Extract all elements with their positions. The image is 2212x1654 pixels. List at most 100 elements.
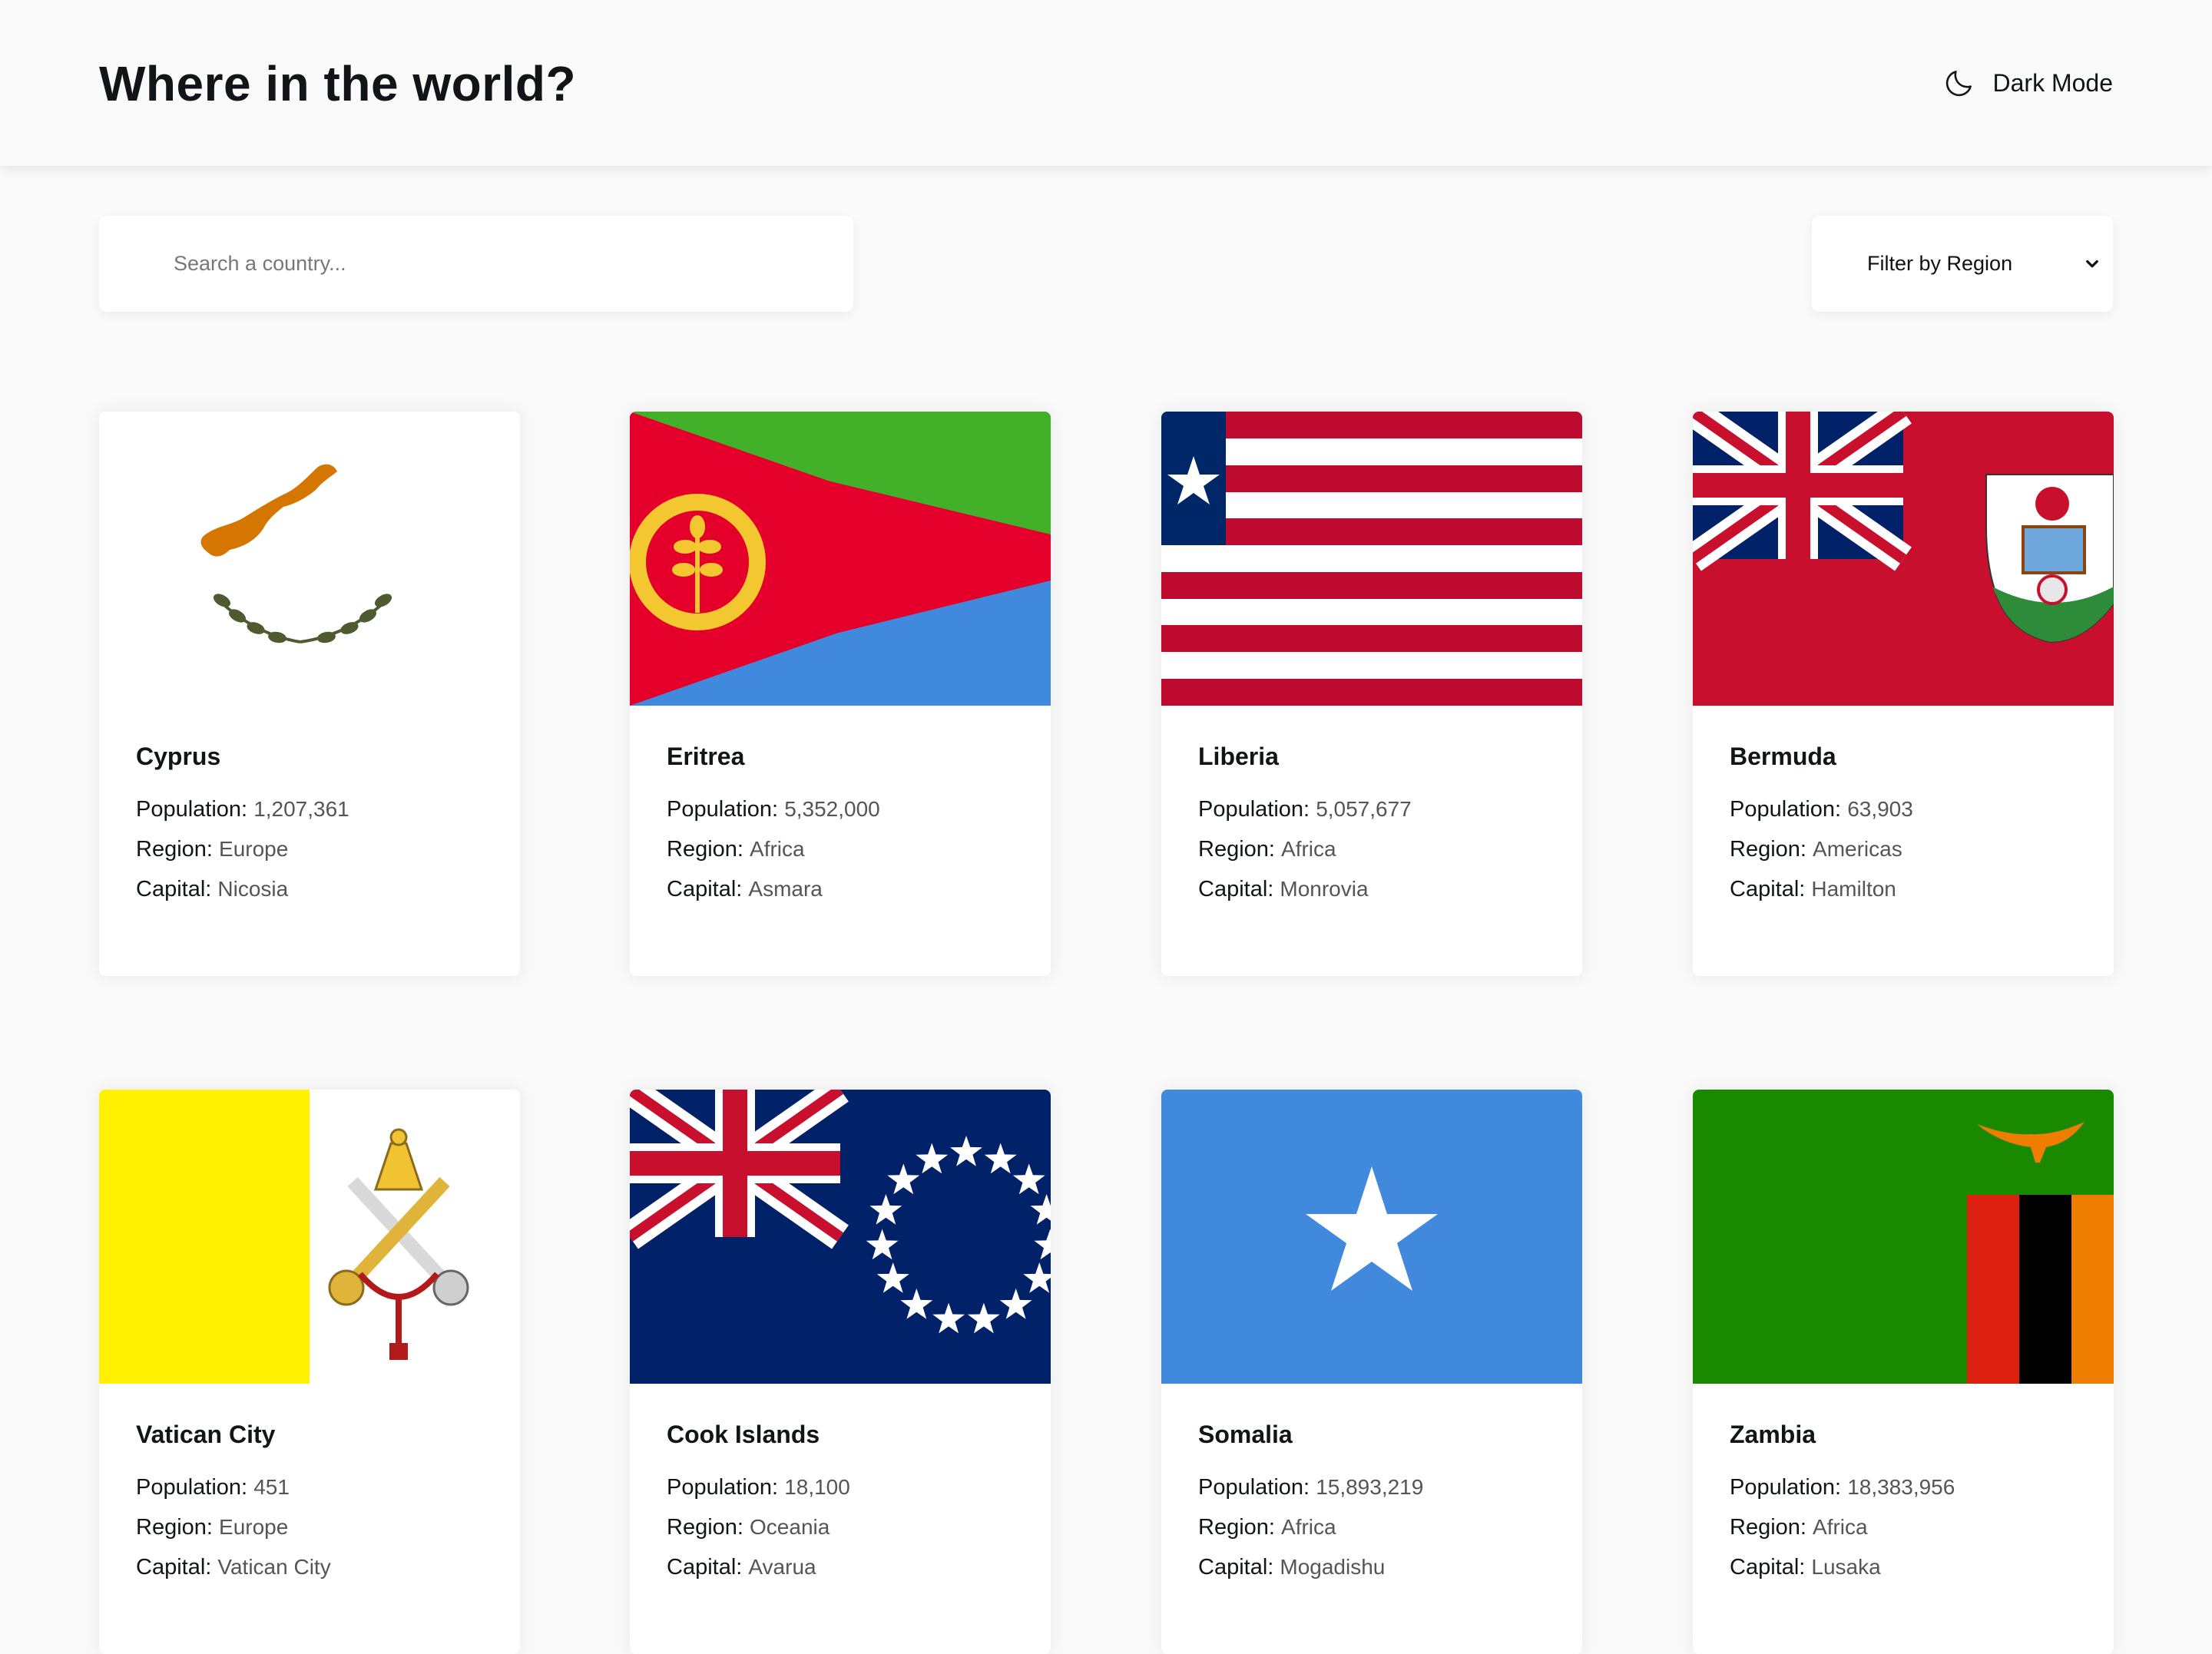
filter-label: Filter by Region [1867, 252, 2013, 275]
region-label: Region: [136, 1515, 213, 1540]
capital-label: Capital: [136, 1555, 212, 1580]
population-label: Population: [1730, 1475, 1842, 1500]
region-label: Region: [667, 837, 743, 862]
liberia-flag [1161, 412, 1582, 706]
country-card[interactable]: Cook Islands Population: 18,100 Region: … [630, 1090, 1051, 1654]
card-details: Eritrea Population: 5,352,000 Region: Af… [667, 743, 880, 909]
population-value: 1,207,361 [253, 797, 349, 821]
region-row: Region: Africa [1730, 1507, 1955, 1547]
region-row: Region: Americas [1730, 829, 1913, 869]
region-label: Region: [1198, 837, 1275, 862]
region-row: Region: Oceania [667, 1507, 850, 1547]
country-name: Cook Islands [667, 1421, 820, 1448]
capital-row: Capital: Lusaka [1730, 1547, 1955, 1587]
country-card[interactable]: Cyprus Population: 1,207,361 Region: Eur… [99, 412, 520, 976]
cyprus-flag [99, 412, 520, 706]
capital-value: Nicosia [217, 877, 289, 901]
region-row: Region: Africa [667, 829, 880, 869]
population-value: 451 [253, 1475, 290, 1499]
population-row: Population: 15,893,219 [1198, 1467, 1423, 1507]
population-value: 5,057,677 [1316, 797, 1412, 821]
capital-value: Monrovia [1280, 877, 1369, 901]
capital-row: Capital: Vatican City [136, 1547, 331, 1587]
population-label: Population: [136, 797, 248, 822]
country-card[interactable]: Zambia Population: 18,383,956 Region: Af… [1693, 1090, 2114, 1654]
country-card[interactable]: Somalia Population: 15,893,219 Region: A… [1161, 1090, 1582, 1654]
capital-label: Capital: [667, 877, 743, 901]
capital-label: Capital: [1198, 877, 1274, 901]
population-value: 5,352,000 [784, 797, 880, 821]
country-name: Bermuda [1730, 743, 1836, 770]
capital-value: Avarua [748, 1555, 816, 1579]
search-input[interactable] [172, 251, 805, 276]
region-row: Region: Europe [136, 829, 349, 869]
country-card[interactable]: Liberia Population: 5,057,677 Region: Af… [1161, 412, 1582, 976]
capital-row: Capital: Avarua [667, 1547, 850, 1587]
population-value: 15,893,219 [1316, 1475, 1424, 1499]
population-value: 18,100 [784, 1475, 850, 1499]
zambia-flag [1693, 1090, 2114, 1384]
capital-value: Asmara [748, 877, 823, 901]
card-details: Cyprus Population: 1,207,361 Region: Eur… [136, 743, 349, 909]
region-row: Region: Europe [136, 1507, 331, 1547]
region-label: Region: [1730, 837, 1806, 862]
region-value: Oceania [750, 1515, 830, 1539]
population-label: Population: [667, 797, 779, 822]
region-value: Africa [1281, 837, 1336, 861]
capital-label: Capital: [1198, 1555, 1274, 1580]
population-label: Population: [1198, 1475, 1310, 1500]
bermuda-flag [1693, 412, 2114, 706]
region-filter-dropdown[interactable]: Filter by Region [1812, 216, 2113, 312]
search-box[interactable] [99, 216, 853, 312]
country-name: Somalia [1198, 1421, 1293, 1448]
vatican-flag [99, 1090, 520, 1384]
card-details: Liberia Population: 5,057,677 Region: Af… [1198, 743, 1412, 909]
country-card[interactable]: Eritrea Population: 5,352,000 Region: Af… [630, 412, 1051, 976]
region-value: Europe [219, 837, 289, 861]
dark-mode-toggle[interactable]: Dark Mode [1942, 61, 2114, 104]
country-name: Zambia [1730, 1421, 1816, 1448]
region-value: Africa [1813, 1515, 1868, 1539]
capital-value: Hamilton [1811, 877, 1896, 901]
population-row: Population: 5,352,000 [667, 789, 880, 829]
region-row: Region: Africa [1198, 829, 1412, 869]
population-label: Population: [667, 1475, 779, 1500]
country-name: Eritrea [667, 743, 745, 770]
population-row: Population: 63,903 [1730, 789, 1913, 829]
country-name: Liberia [1198, 743, 1279, 770]
site-header: Where in the world? Dark Mode [0, 0, 2212, 166]
somalia-flag [1161, 1090, 1582, 1384]
capital-row: Capital: Nicosia [136, 869, 349, 909]
region-label: Region: [1730, 1515, 1806, 1540]
region-value: Africa [750, 837, 805, 861]
region-value: Africa [1281, 1515, 1336, 1539]
page-title: Where in the world? [99, 56, 577, 111]
capital-label: Capital: [1730, 1555, 1806, 1580]
region-value: Americas [1813, 837, 1902, 861]
capital-value: Mogadishu [1280, 1555, 1386, 1579]
country-card[interactable]: Bermuda Population: 63,903 Region: Ameri… [1693, 412, 2114, 976]
capital-row: Capital: Asmara [667, 869, 880, 909]
population-label: Population: [1198, 797, 1310, 822]
card-details: Zambia Population: 18,383,956 Region: Af… [1730, 1421, 1955, 1587]
population-label: Population: [136, 1475, 248, 1500]
cook-islands-flag [630, 1090, 1051, 1384]
region-label: Region: [667, 1515, 743, 1540]
region-row: Region: Africa [1198, 1507, 1423, 1547]
capital-row: Capital: Mogadishu [1198, 1547, 1423, 1587]
population-row: Population: 451 [136, 1467, 331, 1507]
country-name: Vatican City [136, 1421, 276, 1448]
region-label: Region: [1198, 1515, 1275, 1540]
chevron-down-icon [2086, 260, 2098, 268]
population-row: Population: 5,057,677 [1198, 789, 1412, 829]
capital-row: Capital: Hamilton [1730, 869, 1913, 909]
region-value: Europe [219, 1515, 289, 1539]
population-row: Population: 18,100 [667, 1467, 850, 1507]
card-details: Bermuda Population: 63,903 Region: Ameri… [1730, 743, 1913, 909]
country-name: Cyprus [136, 743, 221, 770]
population-label: Population: [1730, 797, 1842, 822]
card-details: Somalia Population: 15,893,219 Region: A… [1198, 1421, 1423, 1587]
country-card[interactable]: Vatican City Population: 451 Region: Eur… [99, 1090, 520, 1654]
dark-mode-label: Dark Mode [1992, 68, 2114, 97]
population-value: 63,903 [1847, 797, 1913, 821]
